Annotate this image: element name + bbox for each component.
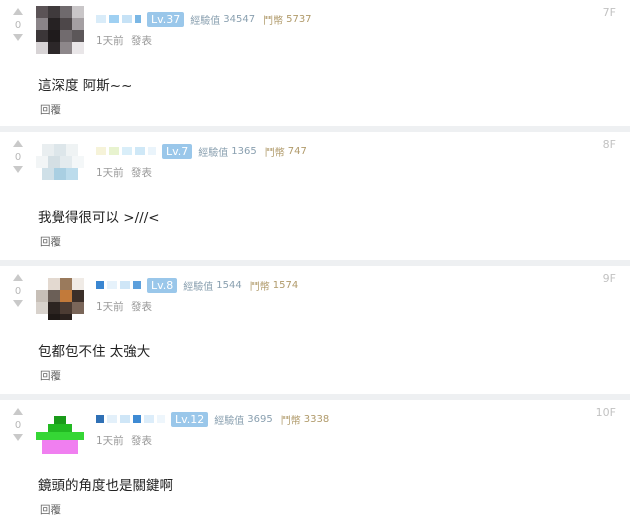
comment-9f: 0 Lv.8 經驗值 1544 鬥幣 1574 1天前 發表 9F 包都包不住 …: [0, 266, 630, 392]
comment-8f: 0 Lv.7 經驗值 1365 鬥幣 747 1天前 發表 8F 我覺得很可以 …: [0, 132, 630, 258]
exp-value: 3695: [247, 413, 273, 425]
vote-count: 0: [14, 152, 22, 163]
username[interactable]: [96, 415, 165, 423]
exp-label: 經驗值: [214, 415, 245, 427]
vote-count: 0: [14, 420, 22, 431]
reply-button[interactable]: 回覆: [40, 234, 61, 249]
downvote-arrow-icon[interactable]: [13, 166, 23, 173]
username[interactable]: [96, 281, 141, 289]
vote-control: 0: [10, 138, 26, 173]
comment-7f: 0 Lv.37 經驗值 34547 鬥幣 5737 1天前 發表 7F 這深度 …: [0, 0, 630, 128]
gold-label: 鬥幣: [264, 147, 285, 159]
level-badge: Lv.37: [147, 11, 185, 27]
avatar[interactable]: [36, 138, 84, 186]
floor-number[interactable]: 10F: [596, 406, 616, 419]
reply-button[interactable]: 回覆: [40, 502, 61, 517]
upvote-arrow-icon[interactable]: [13, 140, 23, 147]
downvote-arrow-icon[interactable]: [13, 434, 23, 441]
reply-button[interactable]: 回覆: [40, 102, 61, 117]
avatar[interactable]: [36, 6, 84, 54]
exp-value: 34547: [223, 13, 256, 25]
user-meta: Lv.7 經驗值 1365 鬥幣 747: [96, 143, 307, 159]
comment-text: 包都包不住 太強大: [38, 344, 151, 360]
exp-value: 1544: [216, 279, 242, 291]
exp-label: 經驗值: [198, 147, 229, 159]
vote-count: 0: [14, 20, 22, 31]
vote-count: 0: [14, 286, 22, 297]
level-badge: Lv.8: [147, 277, 178, 293]
comment-thread: 0 Lv.37 經驗值 34547 鬥幣 5737 1天前 發表 7F 這深度 …: [0, 0, 630, 531]
floor-number[interactable]: 7F: [603, 6, 616, 19]
gold-label: 鬥幣: [263, 15, 284, 27]
time-ago: 1天前: [96, 167, 124, 179]
vote-control: 0: [10, 272, 26, 307]
avatar[interactable]: [36, 406, 84, 454]
upvote-arrow-icon[interactable]: [13, 408, 23, 415]
time-ago: 1天前: [96, 35, 124, 47]
post-action: 發表: [131, 435, 153, 447]
user-meta: Lv.37 經驗值 34547 鬥幣 5737: [96, 11, 312, 27]
time-ago: 1天前: [96, 435, 124, 447]
gold-value: 5737: [286, 13, 312, 25]
gold-value: 1574: [272, 279, 299, 291]
avatar[interactable]: [36, 272, 84, 320]
user-meta: Lv.12 經驗值 3695 鬥幣 3338: [96, 411, 329, 427]
post-action: 發表: [131, 35, 153, 47]
exp-label: 經驗值: [190, 15, 221, 27]
downvote-arrow-icon[interactable]: [13, 300, 23, 307]
post-action: 發表: [131, 301, 153, 313]
vote-control: 0: [10, 6, 26, 41]
comment-10f: 0 Lv.12 經驗值 3695 鬥幣 3338 1天前 發表 10F 鏡頭的角…: [0, 400, 630, 531]
upvote-arrow-icon[interactable]: [13, 274, 23, 281]
user-meta: Lv.8 經驗值 1544 鬥幣 1574: [96, 277, 298, 293]
gold-value: 747: [287, 145, 307, 157]
exp-label: 經驗值: [183, 281, 214, 293]
comment-text: 鏡頭的角度也是關鍵啊: [38, 478, 173, 494]
post-time: 1天前 發表: [96, 33, 156, 48]
username[interactable]: [96, 147, 156, 155]
post-time: 1天前 發表: [96, 165, 156, 180]
level-badge: Lv.7: [162, 143, 193, 159]
post-time: 1天前 發表: [96, 299, 156, 314]
level-badge: Lv.12: [171, 411, 209, 427]
reply-button[interactable]: 回覆: [40, 368, 61, 383]
vote-control: 0: [10, 406, 26, 441]
gold-value: 3338: [303, 413, 330, 425]
post-action: 發表: [131, 167, 153, 179]
gold-label: 鬥幣: [249, 281, 270, 293]
floor-number[interactable]: 9F: [603, 272, 616, 285]
upvote-arrow-icon[interactable]: [13, 8, 23, 15]
floor-number[interactable]: 8F: [603, 138, 616, 151]
time-ago: 1天前: [96, 301, 124, 313]
post-time: 1天前 發表: [96, 433, 156, 448]
comment-text: 我覺得很可以 >///<: [38, 210, 160, 226]
gold-label: 鬥幣: [280, 415, 301, 427]
downvote-arrow-icon[interactable]: [13, 34, 23, 41]
exp-value: 1365: [231, 145, 257, 157]
username[interactable]: [96, 15, 141, 23]
comment-text: 這深度 阿斯~~: [38, 78, 133, 94]
